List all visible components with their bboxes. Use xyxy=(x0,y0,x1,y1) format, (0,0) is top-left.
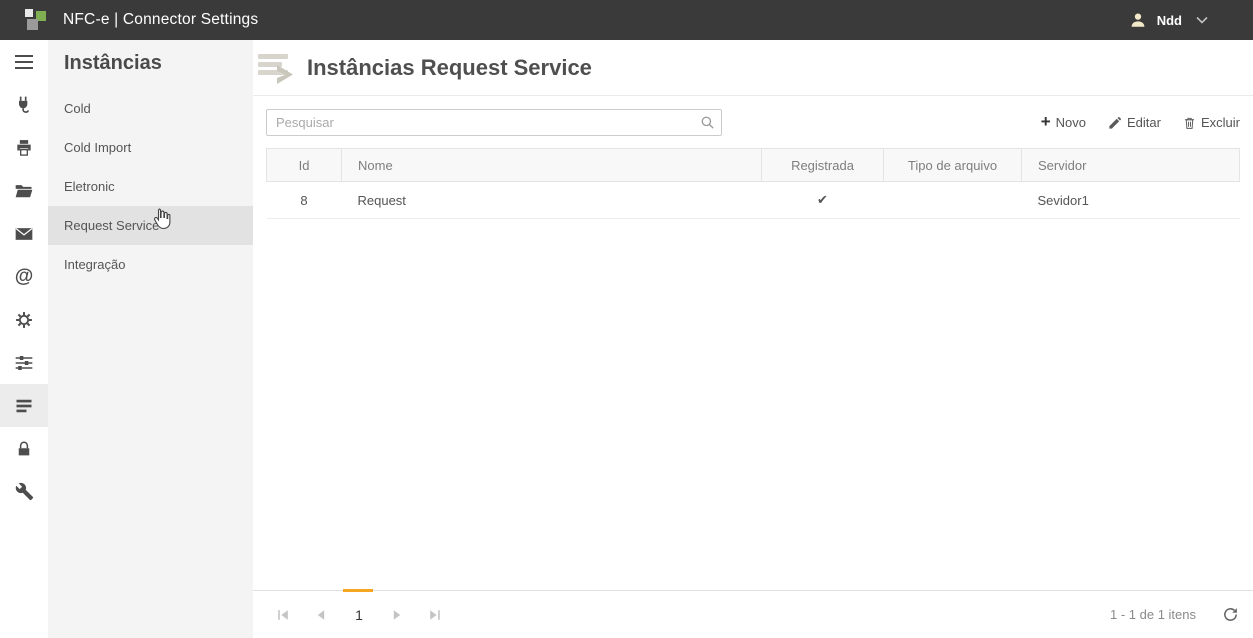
folder-icon xyxy=(14,181,34,201)
user-name: Ndd xyxy=(1157,13,1182,28)
sidebar-item-eletronic[interactable]: Eletronic xyxy=(48,167,253,206)
rail-item-settings[interactable] xyxy=(0,298,48,341)
gear-icon xyxy=(14,310,34,330)
cell-nome: Request xyxy=(342,182,762,219)
instances-list-icon xyxy=(14,396,34,416)
mail-envelope-icon xyxy=(14,224,34,244)
grid-pager: 1 1 - 1 de 1 itens xyxy=(253,590,1253,638)
page-1-button[interactable]: 1 xyxy=(343,599,375,631)
at-sign-icon: @ xyxy=(15,266,34,288)
sidebar-item-cold-import[interactable]: Cold Import xyxy=(48,128,253,167)
menu-toggle-button[interactable] xyxy=(0,40,48,83)
trash-icon xyxy=(1183,116,1196,130)
rail-item-parameters[interactable] xyxy=(0,341,48,384)
rail-item-connector[interactable] xyxy=(0,83,48,126)
cell-tipo-de-arquivo xyxy=(884,182,1022,219)
delete-button[interactable]: Excluir xyxy=(1183,116,1240,130)
sidebar-item-request-service[interactable]: Request Service xyxy=(48,206,253,245)
first-page-button[interactable] xyxy=(267,599,299,631)
hamburger-icon xyxy=(15,55,33,69)
sidebar-title: Instâncias xyxy=(48,44,253,89)
instances-grid: Id Nome Registrada Tipo de arquivo Servi… xyxy=(266,148,1240,219)
main-content: Instâncias Request Service + Novo xyxy=(253,40,1253,638)
delete-button-label: Excluir xyxy=(1201,116,1240,129)
wrench-icon xyxy=(15,482,34,501)
toolbar-actions: + Novo Editar xyxy=(1041,115,1240,130)
plus-icon: + xyxy=(1041,113,1051,130)
connector-plug-icon xyxy=(14,95,34,115)
edit-button-label: Editar xyxy=(1127,116,1161,129)
rail-item-instances[interactable] xyxy=(0,384,48,427)
cell-servidor: Sevidor1 xyxy=(1022,182,1240,219)
pager-info: 1 - 1 de 1 itens xyxy=(1110,607,1196,622)
sidebar-item-integracao[interactable]: Integração xyxy=(48,245,253,284)
column-header-tipo-de-arquivo[interactable]: Tipo de arquivo xyxy=(884,149,1022,182)
cell-id: 8 xyxy=(267,182,342,219)
grid-header-row: Id Nome Registrada Tipo de arquivo Servi… xyxy=(267,149,1240,182)
lock-icon xyxy=(15,440,33,458)
rail-item-folder[interactable] xyxy=(0,169,48,212)
rail-item-print[interactable] xyxy=(0,126,48,169)
edit-button[interactable]: Editar xyxy=(1108,116,1161,130)
previous-page-button[interactable] xyxy=(305,599,337,631)
column-header-nome[interactable]: Nome xyxy=(342,149,762,182)
sidebar: Instâncias Cold Cold Import Eletronic Re… xyxy=(48,40,253,638)
chevron-down-icon xyxy=(1196,16,1208,24)
sidebar-item-cold[interactable]: Cold xyxy=(48,89,253,128)
rail-item-security[interactable] xyxy=(0,427,48,470)
next-page-button[interactable] xyxy=(381,599,413,631)
selected-page-indicator xyxy=(343,589,373,592)
rail-item-tools[interactable] xyxy=(0,470,48,513)
table-row[interactable]: 8 Request ✔ Sevidor1 xyxy=(267,182,1240,219)
refresh-button[interactable] xyxy=(1222,606,1239,623)
grid-toolbar: + Novo Editar xyxy=(266,109,1240,136)
search-input[interactable] xyxy=(266,109,722,136)
search-icon[interactable] xyxy=(700,115,715,130)
instances-document-icon xyxy=(255,49,307,87)
new-button-label: Novo xyxy=(1056,116,1086,129)
grid-area: + Novo Editar xyxy=(253,96,1253,590)
rail-item-at[interactable]: @ xyxy=(0,255,48,298)
topbar: NFC-e | Connector Settings Ndd xyxy=(0,0,1253,40)
last-page-button[interactable] xyxy=(419,599,451,631)
edit-pencil-icon xyxy=(1108,116,1122,130)
icon-rail: @ xyxy=(0,40,48,638)
ndd-logo-icon xyxy=(25,8,48,32)
user-menu[interactable]: Ndd xyxy=(1129,11,1208,29)
user-icon xyxy=(1129,11,1147,29)
search-box xyxy=(266,109,722,136)
printer-icon xyxy=(14,138,34,158)
column-header-servidor[interactable]: Servidor xyxy=(1022,149,1240,182)
column-header-registrada[interactable]: Registrada xyxy=(762,149,884,182)
page-header: Instâncias Request Service xyxy=(253,40,1253,96)
registrada-check-icon: ✔ xyxy=(762,182,884,219)
rail-item-mail[interactable] xyxy=(0,212,48,255)
page-title: Instâncias Request Service xyxy=(307,55,592,81)
app-title: NFC-e | Connector Settings xyxy=(63,11,258,29)
sliders-icon xyxy=(14,353,34,373)
new-button[interactable]: + Novo xyxy=(1041,115,1086,130)
column-header-id[interactable]: Id xyxy=(267,149,342,182)
